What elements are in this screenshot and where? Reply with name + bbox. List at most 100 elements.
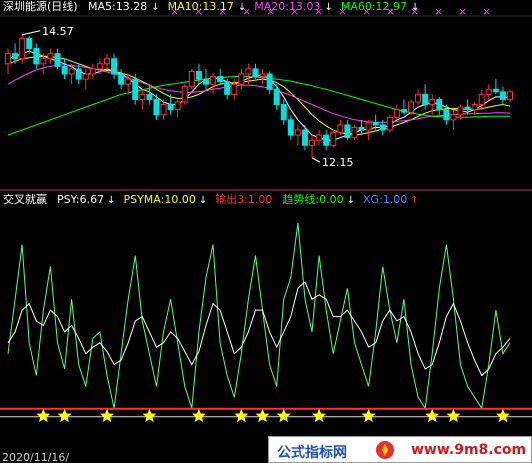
candle-body [436, 98, 443, 111]
candle-body [301, 129, 308, 146]
candle-body [167, 104, 174, 111]
candle-body [82, 73, 89, 80]
candle-body [111, 58, 118, 75]
signal-star [312, 408, 327, 423]
candle-body [217, 76, 224, 83]
candle-body [365, 121, 372, 131]
candle-body [96, 63, 103, 70]
candle-body [153, 98, 160, 116]
candle-body [5, 53, 11, 65]
ma-trend-arrow-icon: ↓ [324, 2, 333, 13]
indicator-line-psy [7, 222, 511, 410]
candle-body [61, 65, 68, 75]
candle-body [181, 86, 188, 103]
site-logo-icon [376, 441, 394, 459]
candle-body [174, 101, 181, 111]
candle-body [188, 70, 195, 88]
signal-star [191, 408, 206, 423]
candle-body [40, 58, 47, 65]
ma-trend-arrow-icon: ↓ [151, 2, 160, 13]
candle-body [160, 104, 167, 116]
candle-body [351, 126, 358, 139]
candle-body [238, 73, 245, 85]
candle-body [492, 88, 499, 93]
candle-body [75, 68, 82, 80]
period-marker: × [434, 5, 443, 18]
ma-trend-arrow-icon: ↓ [411, 2, 420, 13]
candle-body [273, 88, 280, 106]
candle-body [103, 58, 110, 65]
candle-body [323, 134, 330, 146]
indicator-label: 交叉就赢 [3, 193, 47, 206]
indicator-label: 趋势线:0.00 [282, 193, 344, 206]
signal-star [495, 408, 510, 423]
candle-body [68, 68, 75, 75]
candle-body [252, 68, 259, 78]
candle-body [330, 132, 337, 146]
date-label: 2020/11/16/ [2, 451, 69, 463]
ma-line-ma60 [7, 76, 510, 136]
candle-body [26, 37, 33, 50]
ma-header: MA5:13.28 ↓ MA10:13.17 ↓ MA20:13.03 ↓ MA60:12.… [88, 1, 427, 14]
ma-label-ma60: MA60:12.97 [340, 0, 408, 13]
low-annotation: 12.15 [322, 156, 354, 169]
candle-body [12, 53, 19, 60]
indicator-arrow-icon: ↓ [346, 195, 356, 206]
watermark: 公式指标网 www.9m8.com [268, 436, 532, 463]
candle-body [443, 109, 450, 121]
ma-label-ma5: MA5:13.28 [88, 0, 148, 13]
candle-body [47, 53, 54, 60]
candle-body [415, 93, 422, 103]
stock-title: 深圳能源(日线) [3, 0, 78, 13]
indicator-label: PSY:6.67 [57, 193, 105, 206]
indicator-label: XG:1.00 [363, 193, 408, 206]
signal-star [234, 408, 249, 423]
indicator-arrow-icon: ↓ [107, 195, 116, 206]
signal-star [276, 408, 291, 423]
candle-body [259, 73, 266, 78]
candle-body [280, 104, 287, 121]
ma-trend-arrow-icon: ↓ [237, 2, 247, 13]
candle-body [408, 101, 415, 113]
indicator-label: PSYMA:10.00 [123, 193, 196, 206]
period-marker: × [458, 5, 467, 18]
watermark-left: 公式指标网 [277, 445, 347, 461]
watermark-right: www.9m8.com [411, 442, 527, 458]
high-annotation: 14.57 [42, 25, 74, 38]
signal-star [446, 408, 461, 423]
candle-body [450, 114, 457, 121]
candle-body [118, 73, 125, 85]
candle-body [54, 53, 61, 67]
candle-body [358, 126, 365, 131]
signal-star [36, 408, 51, 423]
candle-body [344, 124, 351, 139]
candle-body [224, 81, 231, 95]
candle-body [499, 91, 506, 100]
candle-body [507, 91, 513, 100]
candle-body [485, 88, 492, 95]
candle-body [309, 139, 316, 146]
high-pointer [22, 30, 41, 36]
candle-body [202, 78, 209, 85]
ma-line-ma5 [7, 50, 511, 141]
candle-body [294, 129, 301, 136]
signal-star [100, 408, 114, 423]
candle-body [287, 119, 294, 136]
candle-body [478, 93, 485, 106]
low-pointer [311, 157, 321, 163]
candle-body [195, 70, 202, 80]
candle-body [139, 93, 146, 100]
candle-body [393, 109, 400, 118]
candle-body [231, 83, 238, 95]
candle-body [379, 124, 386, 131]
ma-line-ma10 [7, 55, 511, 136]
chart-canvas: 14.5712.15× × × × × × × × × × × × × ×2020/11/16/ [0, 5, 532, 463]
indicator-arrow-icon: ↓ [198, 195, 208, 206]
candle-body [245, 68, 252, 75]
candle-body [132, 78, 139, 100]
candle-body [33, 48, 40, 65]
candle-body [337, 124, 344, 134]
indicator-label: 输出3:1.00 [215, 193, 273, 206]
candle-body [471, 104, 478, 111]
candle-body [464, 106, 471, 111]
